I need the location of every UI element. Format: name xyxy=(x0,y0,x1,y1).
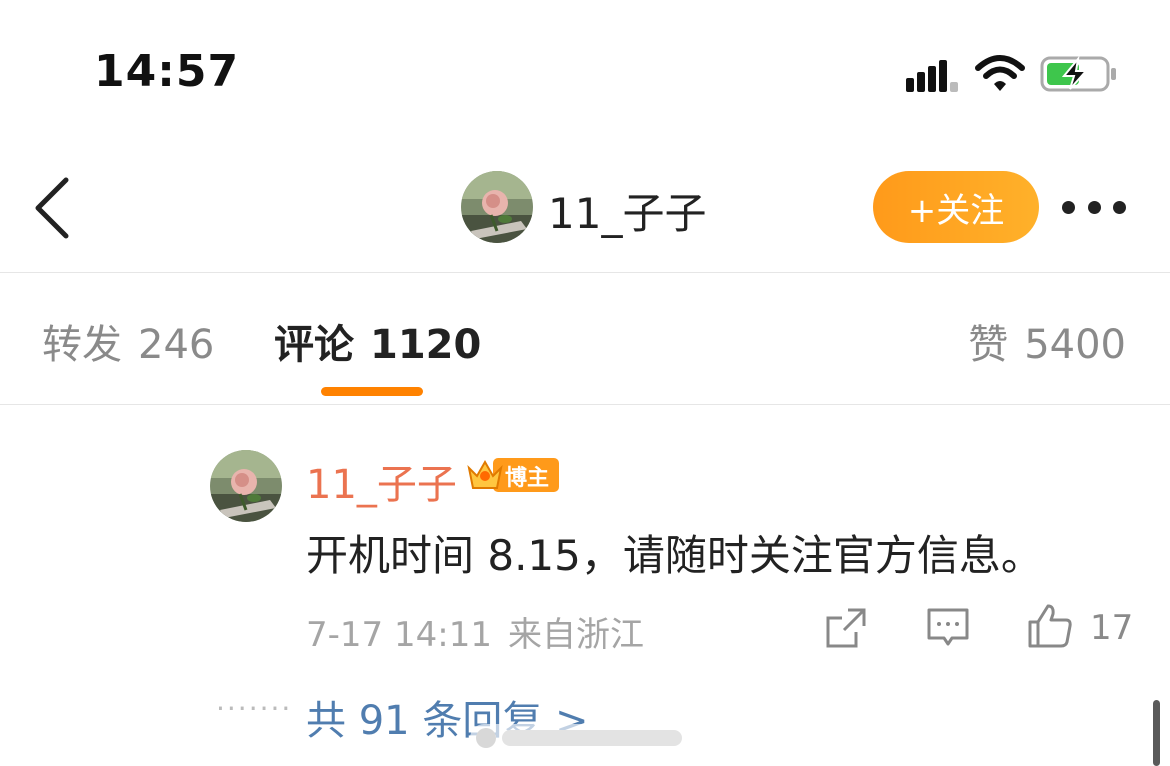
like-count: 17 xyxy=(1090,608,1134,648)
tab-comments-count: 1120 xyxy=(370,322,482,368)
tab-repost-label: 转发 xyxy=(42,322,122,368)
header-username[interactable]: 11_子子 xyxy=(548,180,706,241)
blogger-badge-label: 博主 xyxy=(505,465,549,491)
blogger-badge: 博主 xyxy=(467,458,559,492)
avatar[interactable] xyxy=(461,171,533,243)
more-options-icon[interactable] xyxy=(1062,196,1126,218)
follow-button[interactable]: +关注 xyxy=(873,171,1039,243)
tab-comments-label: 评论 xyxy=(274,322,354,368)
header-divider xyxy=(0,272,1170,273)
thumbs-up-icon[interactable] xyxy=(1026,602,1074,650)
tab-likes-label: 赞 xyxy=(968,322,1009,368)
tab-comments[interactable]: 评论 1120 xyxy=(274,312,481,370)
active-tab-indicator xyxy=(321,387,423,396)
comment-icon[interactable] xyxy=(926,606,970,650)
rose-avatar-image xyxy=(210,450,282,522)
battery-charging-icon xyxy=(1040,56,1116,92)
comment-location: 来自浙江 xyxy=(507,615,644,655)
comment-text: 开机时间 8.15，请随时关注官方信息。 xyxy=(306,531,1043,580)
tab-repost[interactable]: 转发 246 xyxy=(42,312,214,370)
reply-dotted-line: ······· xyxy=(216,692,293,725)
tab-likes[interactable]: 赞 5400 xyxy=(968,312,1126,370)
cellular-signal-icon xyxy=(906,60,958,92)
comment-meta: 7-17 14:11 来自浙江 xyxy=(306,607,644,656)
wifi-icon xyxy=(975,55,1025,91)
tab-likes-count: 5400 xyxy=(1024,322,1126,368)
comment-time: 7-17 14:11 xyxy=(306,615,492,655)
comment-avatar[interactable] xyxy=(210,450,282,522)
back-arrow-icon[interactable] xyxy=(32,176,72,240)
watermark-logo xyxy=(470,724,700,752)
tabs-divider xyxy=(0,404,1170,405)
tab-repost-count: 246 xyxy=(138,322,215,368)
comment-username[interactable]: 11_子子 xyxy=(306,452,457,510)
scrollbar[interactable] xyxy=(1153,700,1160,766)
share-icon[interactable] xyxy=(824,606,868,650)
status-time: 14:57 xyxy=(94,46,240,97)
rose-avatar-image xyxy=(461,171,533,243)
